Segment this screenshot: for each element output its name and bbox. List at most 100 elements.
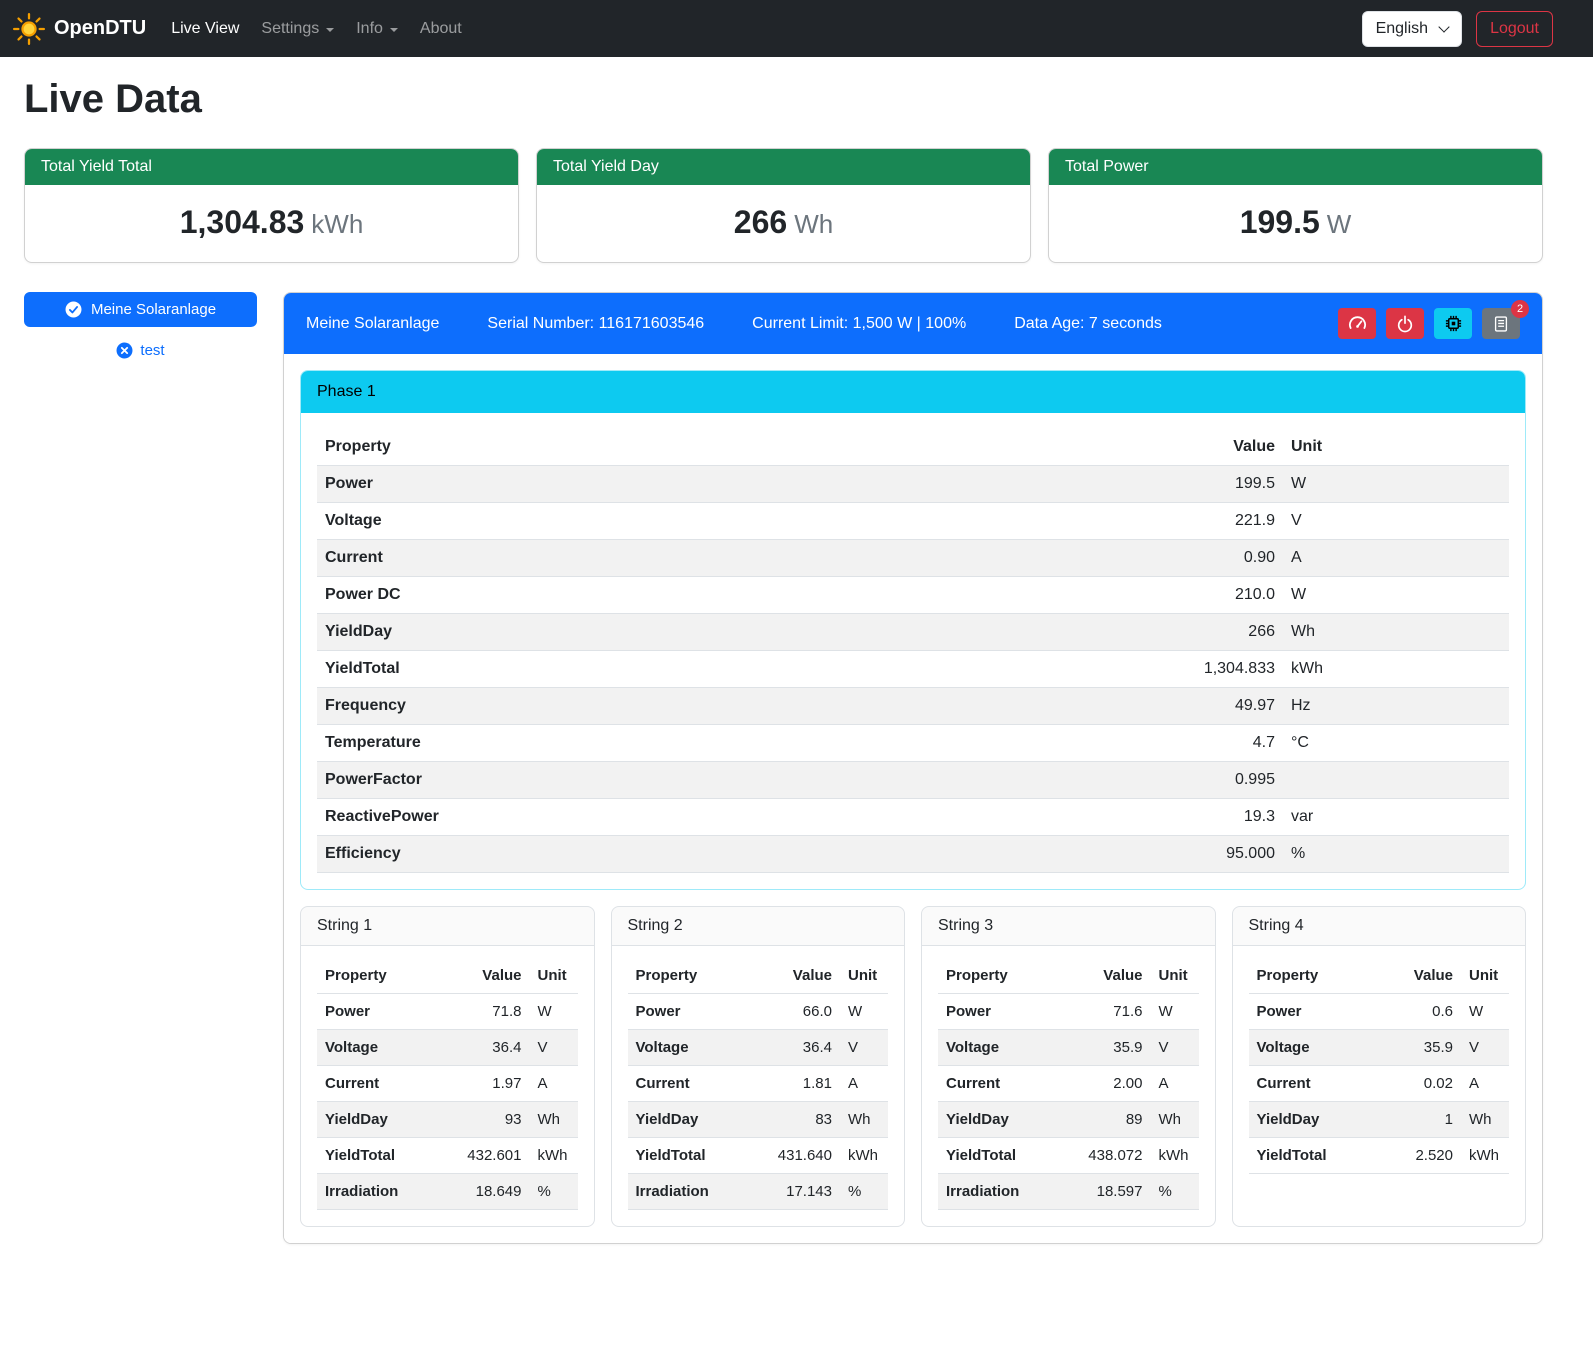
- nav-item-info[interactable]: Info: [345, 12, 409, 46]
- value-cell: 438.072: [1080, 1138, 1150, 1174]
- value-cell: 266: [1133, 614, 1283, 651]
- column-header-value: Value: [770, 958, 840, 994]
- property-cell: YieldTotal: [317, 1138, 459, 1174]
- column-header-unit: Unit: [1283, 429, 1509, 466]
- device-info-button[interactable]: [1434, 308, 1472, 339]
- unit-cell: %: [1283, 836, 1509, 873]
- property-cell: Voltage: [317, 503, 1133, 540]
- property-cell: Irradiation: [317, 1174, 459, 1210]
- value-cell: 71.6: [1080, 994, 1150, 1030]
- page-container: Live Data Total Yield Total 1,304.83kWh …: [0, 77, 1593, 1272]
- property-cell: Voltage: [628, 1030, 770, 1066]
- unit-cell: A: [1461, 1066, 1509, 1102]
- column-header-property: Property: [317, 429, 1133, 466]
- string-table: Property Value Unit Power0.6WVoltage35.9…: [1249, 958, 1510, 1174]
- string-table: Property Value Unit Power71.6WVoltage35.…: [938, 958, 1199, 1210]
- limit-settings-button[interactable]: [1338, 308, 1376, 339]
- unit-cell: V: [840, 1030, 888, 1066]
- inverter-select-label: Meine Solaranlage: [91, 301, 216, 318]
- summary-card-unit: Wh: [794, 209, 833, 239]
- chevron-down-icon: [326, 28, 334, 32]
- property-cell: Irradiation: [938, 1174, 1080, 1210]
- unit-cell: %: [1151, 1174, 1199, 1210]
- language-select[interactable]: English: [1362, 11, 1462, 47]
- string-card-4: String 4 Property Value Unit Power0.6WVo…: [1232, 906, 1527, 1227]
- unit-cell: kWh: [1283, 651, 1509, 688]
- value-cell: 95.000: [1133, 836, 1283, 873]
- value-cell: 71.8: [459, 994, 529, 1030]
- value-cell: 35.9: [1391, 1030, 1461, 1066]
- cpu-icon: [1444, 314, 1463, 333]
- column-header-value: Value: [1080, 958, 1150, 994]
- string-card-title: String 4: [1233, 907, 1526, 946]
- string-table: Property Value Unit Power71.8WVoltage36.…: [317, 958, 578, 1210]
- check-circle-icon: [65, 301, 82, 318]
- event-count-badge: 2: [1511, 300, 1529, 318]
- property-cell: YieldDay: [317, 614, 1133, 651]
- unit-cell: W: [1283, 466, 1509, 503]
- unit-cell: Wh: [1461, 1102, 1509, 1138]
- unit-cell: Wh: [1151, 1102, 1199, 1138]
- event-log-button[interactable]: 2: [1482, 308, 1520, 339]
- property-cell: YieldTotal: [628, 1138, 770, 1174]
- inverter-name: Meine Solaranlage: [306, 315, 439, 333]
- unit-cell: V: [1283, 503, 1509, 540]
- inverter-select-button[interactable]: Meine Solaranlage: [24, 292, 257, 327]
- value-cell: 18.649: [459, 1174, 529, 1210]
- inverter-data-age: Data Age: 7 seconds: [1014, 315, 1162, 333]
- inverter-selector-column: Meine Solaranlage test: [24, 292, 257, 359]
- unit-cell: W: [840, 994, 888, 1030]
- nav-links: Live View Settings Info About: [160, 12, 473, 46]
- table-row: Voltage35.9V: [938, 1030, 1199, 1066]
- navbar-right: English Logout: [1362, 11, 1553, 47]
- brand-link[interactable]: OpenDTU: [12, 12, 146, 46]
- nav-item-about[interactable]: About: [409, 12, 473, 46]
- column-header-unit: Unit: [1461, 958, 1509, 994]
- inverter-limit: Current Limit: 1,500 W | 100%: [752, 315, 966, 333]
- unit-cell: kWh: [1461, 1138, 1509, 1174]
- nav-item-live-view[interactable]: Live View: [160, 12, 250, 46]
- unit-cell: [1283, 762, 1509, 799]
- nav-item-settings[interactable]: Settings: [250, 12, 345, 46]
- chevron-down-icon: [390, 28, 398, 32]
- column-header-value: Value: [1133, 429, 1283, 466]
- nav-item-label: Live View: [171, 20, 239, 38]
- language-select-value: English: [1376, 20, 1428, 38]
- column-header-unit: Unit: [840, 958, 888, 994]
- summary-card-value: 1,304.83: [180, 204, 305, 240]
- summary-card-total-yield-total: Total Yield Total 1,304.83kWh: [24, 148, 519, 263]
- value-cell: 431.640: [770, 1138, 840, 1174]
- property-cell: Current: [628, 1066, 770, 1102]
- power-icon: [1396, 315, 1414, 333]
- value-cell: 199.5: [1133, 466, 1283, 503]
- power-control-button[interactable]: [1386, 308, 1424, 339]
- value-cell: 0.995: [1133, 762, 1283, 799]
- summary-card-body: 199.5W: [1049, 185, 1542, 262]
- table-header-row: Property Value Unit: [1249, 958, 1510, 994]
- value-cell: 2.00: [1080, 1066, 1150, 1102]
- string-table: Property Value Unit Power66.0WVoltage36.…: [628, 958, 889, 1210]
- filter-tag-test[interactable]: test: [24, 342, 257, 359]
- table-row: PowerFactor0.995: [317, 762, 1509, 799]
- string-card-title: String 1: [301, 907, 594, 946]
- table-row: YieldTotal2.520kWh: [1249, 1138, 1510, 1174]
- table-row: Power199.5W: [317, 466, 1509, 503]
- main-row: Meine Solaranlage test Meine Solaranlage…: [24, 292, 1543, 1244]
- table-row: YieldDay93Wh: [317, 1102, 578, 1138]
- value-cell: 93: [459, 1102, 529, 1138]
- property-cell: Irradiation: [628, 1174, 770, 1210]
- table-row: YieldTotal432.601kWh: [317, 1138, 578, 1174]
- value-cell: 66.0: [770, 994, 840, 1030]
- table-row: Power DC210.0W: [317, 577, 1509, 614]
- table-row: Efficiency95.000%: [317, 836, 1509, 873]
- table-row: Current0.90A: [317, 540, 1509, 577]
- summary-card-unit: W: [1327, 209, 1352, 239]
- column-header-property: Property: [317, 958, 459, 994]
- property-cell: Voltage: [1249, 1030, 1392, 1066]
- column-header-property: Property: [938, 958, 1080, 994]
- property-cell: Voltage: [938, 1030, 1080, 1066]
- logout-button[interactable]: Logout: [1476, 11, 1553, 47]
- nav-item-label: Settings: [261, 20, 319, 38]
- property-cell: Power: [317, 466, 1133, 503]
- property-cell: Efficiency: [317, 836, 1133, 873]
